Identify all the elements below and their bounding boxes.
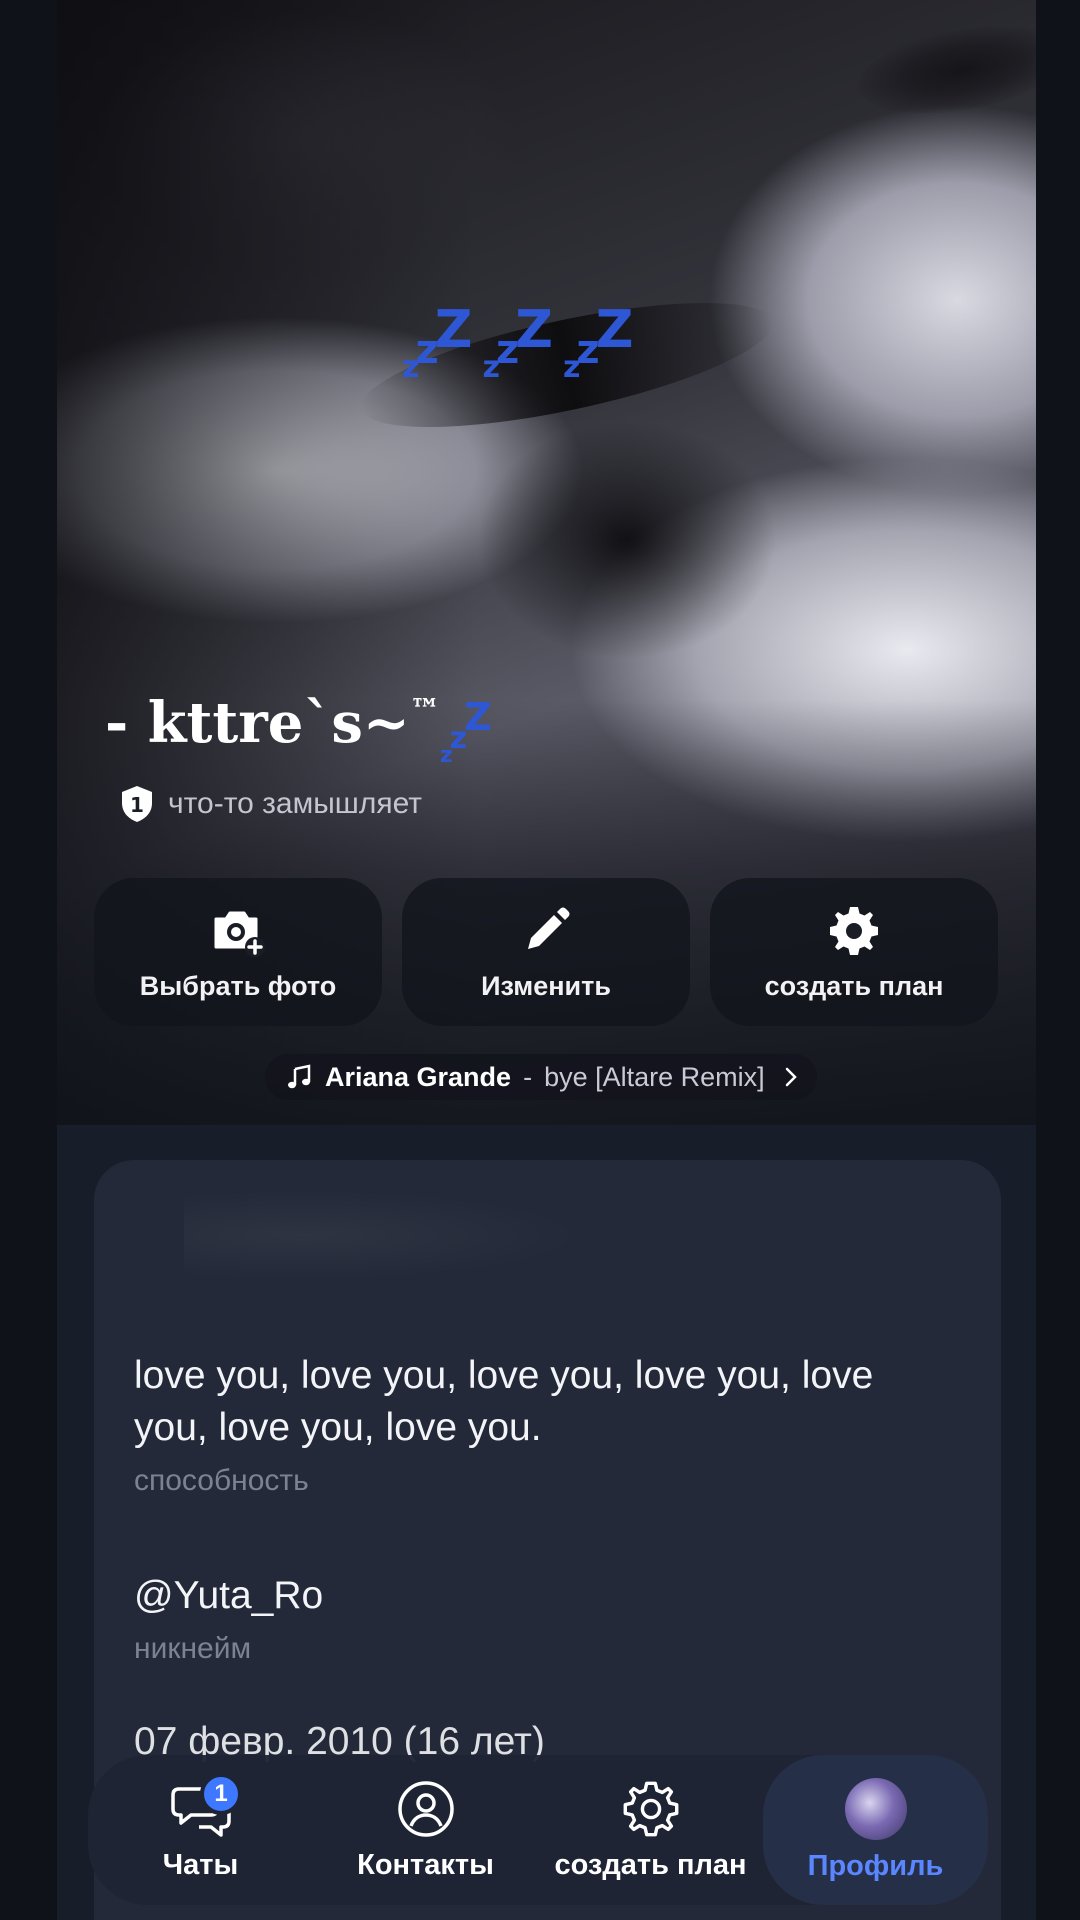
- svg-text:1: 1: [130, 793, 144, 817]
- nav-profile-label: Профиль: [807, 1849, 944, 1882]
- nav-chats[interactable]: 1 Чаты: [88, 1755, 313, 1905]
- profile-actions: Выбрать фото Изменить создать план: [94, 878, 998, 1026]
- profile-cover-photo[interactable]: zzZzzZzzZ - kttre`s~™zzZ 1 что-то замышл…: [57, 0, 1036, 1125]
- about-field[interactable]: love you, love you, love you, love you, …: [134, 1350, 954, 1498]
- cover-zzz-overlay: zzZzzZzzZ: [402, 300, 633, 385]
- about-value: love you, love you, love you, love you, …: [134, 1354, 874, 1449]
- music-separator: -: [523, 1061, 533, 1092]
- music-artist: Ariana Grande: [325, 1061, 512, 1092]
- nickname-value: @Yuta_Ro: [134, 1574, 324, 1617]
- edit-label: Изменить: [481, 970, 611, 1001]
- profile-status[interactable]: 1 что-то замышляет: [120, 785, 422, 823]
- nav-contacts-label: Контакты: [357, 1848, 494, 1881]
- status-text: что-то замышляет: [168, 787, 423, 820]
- profile-music-pill[interactable]: Ariana Grande - bye [Altare Remix]: [265, 1054, 817, 1100]
- nickname-field[interactable]: @Yuta_Ro никнейм: [134, 1570, 954, 1666]
- contacts-icon: [397, 1780, 454, 1837]
- bottom-navigation: 1 Чаты Контакты создать план Профиль: [88, 1755, 988, 1905]
- trademark-symbol: ™: [409, 693, 440, 728]
- nav-chats-label: Чаты: [162, 1848, 239, 1881]
- chats-unread-badge: 1: [200, 1773, 242, 1815]
- nav-profile[interactable]: Профиль: [763, 1755, 988, 1905]
- edit-button[interactable]: Изменить: [402, 878, 690, 1026]
- music-note-icon: [288, 1064, 311, 1089]
- profile-name-text: - kttre`s~: [105, 690, 410, 756]
- nav-create-plan[interactable]: создать план: [538, 1755, 763, 1905]
- camera-add-icon: [214, 911, 265, 957]
- about-label: способность: [134, 1464, 309, 1497]
- gear-icon: [623, 1781, 678, 1836]
- pencil-icon: [528, 907, 570, 949]
- name-zzz: zzZ: [439, 695, 492, 768]
- profile-name: - kttre`s~™zzZ: [105, 690, 492, 768]
- nickname-label: никнейм: [134, 1632, 252, 1665]
- app-frame: zzZzzZzzZ - kttre`s~™zzZ 1 что-то замышл…: [0, 0, 1080, 1920]
- nav-create-plan-label: создать план: [554, 1848, 747, 1881]
- choose-photo-button[interactable]: Выбрать фото: [94, 878, 382, 1026]
- shield-icon: 1: [122, 786, 152, 822]
- choose-photo-label: Выбрать фото: [139, 970, 337, 1001]
- create-plan-button[interactable]: создать план: [710, 878, 998, 1026]
- avatar: [844, 1777, 907, 1840]
- gear-icon: [830, 906, 878, 955]
- chevron-right-icon: [785, 1067, 797, 1087]
- music-track: bye [Altare Remix]: [544, 1061, 765, 1092]
- create-plan-label: создать план: [764, 970, 944, 1001]
- profile-screen: zzZzzZzzZ - kttre`s~™zzZ 1 что-то замышл…: [57, 0, 1036, 1920]
- nav-contacts[interactable]: Контакты: [313, 1755, 538, 1905]
